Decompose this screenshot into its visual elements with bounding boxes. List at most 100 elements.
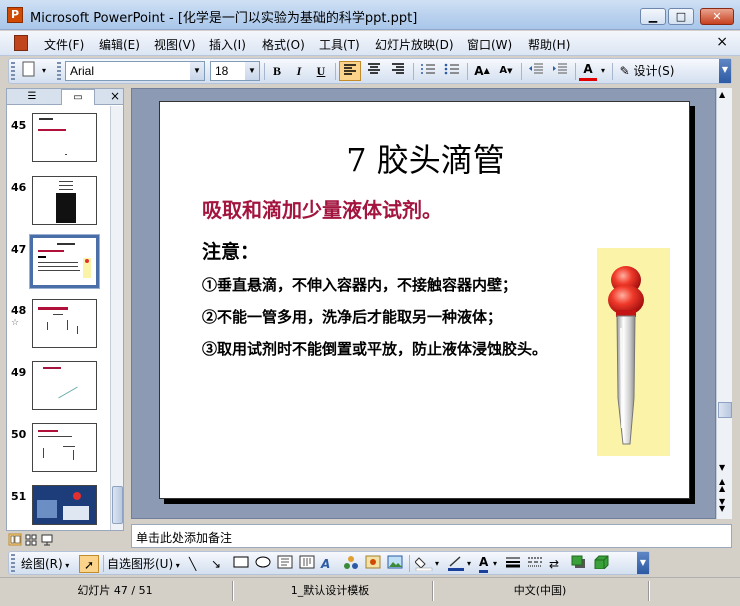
- underline-button[interactable]: U: [311, 61, 331, 81]
- slide-thumbnail[interactable]: [32, 485, 97, 525]
- autoshapes-button[interactable]: 自选图形(U) ▾: [107, 555, 180, 573]
- increase-indent-icon[interactable]: [549, 61, 571, 81]
- slide-bullet-line[interactable]: ①垂直悬滴，不伸入容器内，不接触容器内壁；: [202, 274, 517, 295]
- line-color-icon[interactable]: [447, 555, 465, 573]
- powerpoint-app-icon[interactable]: P: [7, 7, 23, 23]
- toolbar-grip-2[interactable]: [57, 62, 61, 82]
- fill-color-icon[interactable]: [414, 555, 433, 573]
- fill-color-dropdown-icon[interactable]: ▾: [435, 555, 439, 573]
- font-size-combo[interactable]: 18 ▼: [210, 61, 260, 81]
- slide-bullet-line[interactable]: ③取用试剂时不能倒置或平放，防止液体浸蚀胶头。: [202, 338, 547, 359]
- font-color-draw-icon[interactable]: A: [479, 555, 489, 573]
- formatting-toolbar: ▾ Arial ▼ 18 ▼ B I U A▲ A▼ A ▾ ✎ 设计(S) ▼: [0, 57, 740, 85]
- oval-tool-icon[interactable]: [255, 555, 271, 573]
- status-template[interactable]: 1_默认设计模板: [240, 582, 420, 601]
- arrow-style-icon[interactable]: ⇄: [549, 555, 559, 573]
- slide-thumbnail[interactable]: [32, 176, 97, 225]
- font-color-draw-dropdown-icon[interactable]: ▾: [493, 555, 497, 573]
- slide-subtitle[interactable]: 吸取和滴加少量液体试剂。: [202, 194, 442, 223]
- dropper-image[interactable]: [597, 248, 670, 456]
- panel-close-icon[interactable]: ×: [110, 89, 120, 103]
- current-slide[interactable]: 7 胶头滴管 吸取和滴加少量液体试剂。 注意： ①垂直悬滴，不伸入容器内，不接触…: [159, 101, 690, 499]
- design-button[interactable]: ✎ 设计(S): [616, 61, 678, 81]
- slides-panel-scrollbar[interactable]: [110, 106, 123, 530]
- align-left-icon[interactable]: [339, 61, 361, 81]
- font-color-icon[interactable]: A: [579, 61, 597, 81]
- decrease-font-icon[interactable]: A▼: [495, 61, 517, 81]
- font-name-value: Arial: [70, 64, 95, 78]
- slide-title[interactable]: 7 胶头滴管: [160, 135, 691, 181]
- chevron-down-icon[interactable]: ▼: [245, 62, 259, 80]
- align-center-icon[interactable]: [363, 61, 385, 81]
- slide-thumbnail[interactable]: [32, 299, 97, 348]
- chevron-down-icon[interactable]: ▼: [190, 62, 204, 80]
- toolbar-grip[interactable]: [11, 62, 15, 82]
- slideshow-view-icon[interactable]: [41, 534, 53, 546]
- slide-bullet-line[interactable]: ②不能一管多用，洗净后才能取另一种液体；: [202, 306, 502, 327]
- normal-view-icon[interactable]: [8, 533, 22, 546]
- slide-sorter-icon[interactable]: [25, 534, 37, 546]
- wordart-icon[interactable]: A: [321, 555, 330, 573]
- bold-button[interactable]: B: [267, 61, 287, 81]
- drawing-toolbar-options-icon[interactable]: ▼: [637, 552, 649, 574]
- tab-outline[interactable]: ☰: [15, 89, 49, 105]
- menu-edit[interactable]: 编辑(E): [99, 36, 140, 53]
- draw-menu-button[interactable]: 绘图(R) ▾: [21, 555, 69, 573]
- rectangle-tool-icon[interactable]: [233, 555, 249, 573]
- clipart-icon[interactable]: [365, 555, 381, 573]
- notes-pane[interactable]: 单击此处添加备注: [131, 524, 732, 548]
- arrow-tool-icon[interactable]: ↘: [211, 555, 221, 573]
- scroll-up-icon[interactable]: ▲: [719, 90, 725, 99]
- slide-thumbnail-selected[interactable]: [29, 234, 100, 289]
- slide-editing-area[interactable]: 7 胶头滴管 吸取和滴加少量液体试剂。 注意： ①垂直悬滴，不伸入容器内，不接触…: [131, 88, 716, 519]
- slide-note-heading[interactable]: 注意：: [202, 237, 259, 264]
- new-dropdown-icon[interactable]: ▾: [39, 61, 49, 81]
- maximize-button[interactable]: □: [668, 8, 694, 25]
- document-icon[interactable]: [14, 35, 28, 51]
- vertical-textbox-icon[interactable]: [299, 555, 315, 573]
- numbering-icon[interactable]: [417, 61, 439, 81]
- insert-picture-icon[interactable]: [387, 555, 403, 573]
- previous-slide-icon[interactable]: ▲ ▲: [719, 478, 725, 493]
- new-slide-icon[interactable]: [19, 61, 39, 81]
- menu-slideshow[interactable]: 幻灯片放映(D): [375, 36, 454, 53]
- notes-placeholder: 单击此处添加备注: [136, 531, 233, 545]
- scrollbar-thumb[interactable]: [112, 486, 123, 524]
- menu-window[interactable]: 窗口(W): [467, 36, 512, 53]
- document-close-icon[interactable]: ×: [716, 34, 728, 50]
- line-color-dropdown-icon[interactable]: ▾: [467, 555, 471, 573]
- diagram-icon[interactable]: [343, 555, 359, 573]
- italic-button[interactable]: I: [289, 61, 309, 81]
- minimize-button[interactable]: ▁: [640, 8, 666, 25]
- line-style-icon[interactable]: [505, 555, 521, 573]
- close-button[interactable]: ✕: [700, 8, 734, 25]
- shadow-style-icon[interactable]: [571, 555, 587, 573]
- line-tool-icon[interactable]: ╲: [189, 555, 196, 573]
- tab-slides[interactable]: ▭: [61, 89, 95, 105]
- menu-tools[interactable]: 工具(T): [319, 36, 360, 53]
- decrease-indent-icon[interactable]: [525, 61, 547, 81]
- font-color-dropdown-icon[interactable]: ▾: [598, 61, 608, 81]
- next-slide-icon[interactable]: ▼ ▼: [719, 498, 725, 513]
- dash-style-icon[interactable]: [527, 555, 543, 573]
- menu-insert[interactable]: 插入(I): [209, 36, 246, 53]
- textbox-tool-icon[interactable]: [277, 555, 293, 573]
- menu-view[interactable]: 视图(V): [154, 36, 196, 53]
- scroll-down-icon[interactable]: ▼: [719, 463, 725, 472]
- slide-thumbnail[interactable]: [32, 361, 97, 410]
- slide-vertical-scrollbar[interactable]: ▲ ▼ ▲ ▲ ▼ ▼: [716, 88, 732, 519]
- toolbar-options-icon[interactable]: ▼: [719, 59, 731, 83]
- slide-thumbnail[interactable]: [32, 423, 97, 472]
- slide-thumbnail[interactable]: [32, 113, 97, 162]
- menu-format[interactable]: 格式(O): [262, 36, 305, 53]
- select-pointer-icon[interactable]: ➚: [79, 555, 99, 573]
- menu-help[interactable]: 帮助(H): [528, 36, 570, 53]
- toolbar-grip[interactable]: [11, 554, 15, 574]
- 3d-style-icon[interactable]: [593, 555, 609, 573]
- bullets-icon[interactable]: [441, 61, 463, 81]
- scrollbar-thumb[interactable]: [718, 402, 732, 418]
- menu-file[interactable]: 文件(F): [44, 36, 84, 53]
- align-right-icon[interactable]: [387, 61, 409, 81]
- increase-font-icon[interactable]: A▲: [471, 61, 493, 81]
- font-name-combo[interactable]: Arial ▼: [65, 61, 205, 81]
